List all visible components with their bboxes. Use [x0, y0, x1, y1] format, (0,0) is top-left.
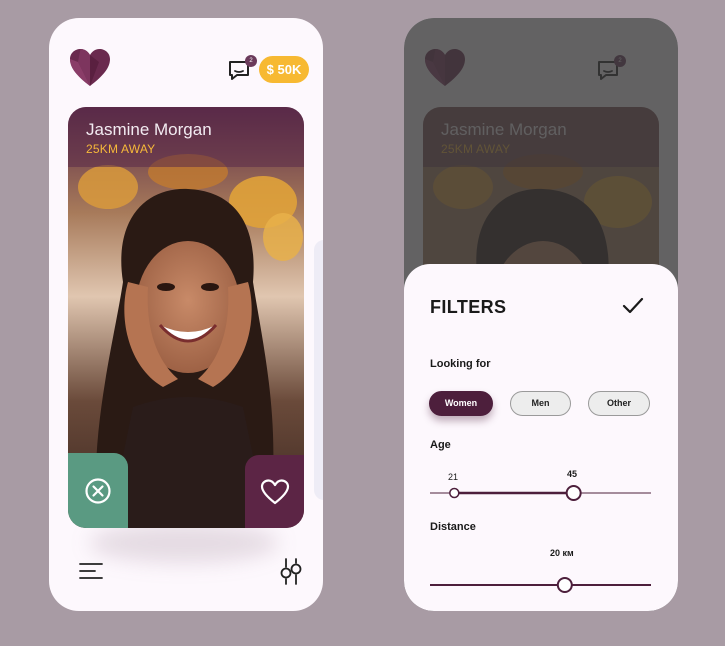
- next-card-peek: [314, 240, 323, 500]
- filters-title: FILTERS: [430, 297, 507, 317]
- chat-badge: 2: [245, 55, 257, 67]
- heart-outline-icon: [260, 478, 289, 504]
- age-max-value: 45: [567, 469, 578, 479]
- checkmark-icon[interactable]: [622, 297, 644, 315]
- option-women[interactable]: Women: [429, 391, 493, 416]
- distance-slider[interactable]: [404, 572, 678, 598]
- coin-balance-button[interactable]: $ 50K: [259, 56, 309, 83]
- distance-label: Distance: [430, 521, 476, 533]
- age-max-handle[interactable]: [565, 485, 582, 501]
- profile-card[interactable]: Jasmine Morgan 25KM AWAY: [68, 107, 304, 528]
- looking-for-label: Looking for: [430, 358, 491, 370]
- profile-distance: 25KM AWAY: [86, 142, 156, 156]
- age-min-handle[interactable]: [449, 487, 460, 499]
- distance-handle[interactable]: [556, 577, 573, 593]
- card-shadow: [89, 523, 279, 563]
- filters-sheet: FILTERS Looking for Women Men Other Age …: [404, 264, 678, 611]
- option-men[interactable]: Men: [510, 391, 571, 416]
- close-circle-icon: [85, 477, 111, 504]
- heart-logo-icon: [70, 49, 110, 86]
- option-other[interactable]: Other: [588, 391, 650, 416]
- distance-value: 20 км: [550, 548, 574, 558]
- chat-button[interactable]: 2: [227, 55, 257, 84]
- profile-name: Jasmine Morgan: [86, 120, 212, 139]
- age-label: Age: [430, 439, 451, 451]
- reject-button[interactable]: [68, 453, 128, 528]
- like-button[interactable]: [245, 455, 304, 528]
- sliders-icon[interactable]: [279, 557, 303, 585]
- discover-screen: 2 $ 50K Jasmine Morgan 25KM AWAY: [49, 18, 323, 611]
- filters-screen: 2 Jasmine Morgan 25KM AWAY FILTERS Looki…: [404, 18, 678, 611]
- menu-icon[interactable]: [79, 562, 103, 580]
- age-range-slider[interactable]: [404, 480, 678, 506]
